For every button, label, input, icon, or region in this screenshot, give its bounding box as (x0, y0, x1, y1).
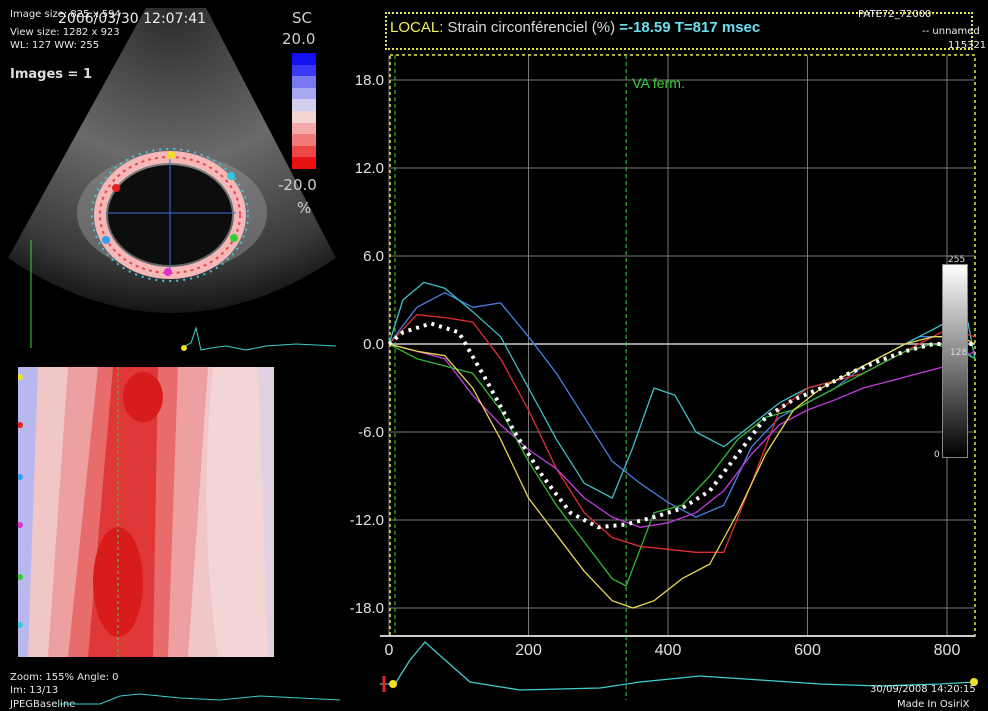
images-count: Images = 1 (10, 67, 93, 82)
ecg-marker (389, 680, 397, 688)
ecg-trace (180, 326, 336, 351)
strain-scale-step (292, 99, 316, 111)
segment-marker[interactable] (164, 268, 172, 276)
made-in-label: Made In OsiriX (897, 699, 970, 710)
x-tick-label: 0 (385, 642, 394, 659)
view-size-label: View size: 1282 x 923 (10, 27, 120, 38)
valve-closure-label: VA ferm. (632, 75, 685, 91)
grayscale-max: 255 (948, 255, 966, 265)
strain-scale-step (292, 53, 316, 65)
x-tick-label: 200 (515, 642, 542, 659)
strain-scale-step (292, 145, 316, 158)
y-tick-label: -6.0 (358, 424, 384, 441)
image-index-label: Im: 13/13 (10, 685, 59, 696)
strain-scale-step (292, 76, 316, 88)
segment-strain-line (388, 336, 976, 609)
window-level-label: WL: 127 WW: 255 (10, 40, 100, 51)
segment-strain-line (388, 281, 976, 499)
strain-map-panel[interactable] (18, 367, 274, 657)
zoom-label: Zoom: 155% Angle: 0 (10, 672, 119, 683)
segment-strain-line (388, 292, 976, 518)
grayscale-mid: 128 (950, 348, 968, 358)
strain-scale-step (292, 134, 316, 146)
y-tick-label: -18.0 (350, 600, 384, 617)
grayscale-min: 0 (934, 450, 940, 460)
segment-marker[interactable] (102, 236, 110, 244)
strain-scale-min: -20.0 (278, 176, 317, 194)
segment-strain-line (388, 343, 976, 528)
grayscale-bar (942, 264, 968, 458)
strain-color-scale (292, 53, 316, 169)
y-tick-label: 6.0 (363, 248, 384, 265)
strain-scale-max: 20.0 (282, 30, 316, 48)
export-datetime: 30/09/2008 14:20:15 (870, 684, 976, 695)
x-tick-label: 400 (655, 642, 682, 659)
segment-marker[interactable] (230, 234, 238, 242)
y-tick-label: -12.0 (350, 512, 384, 529)
strain-scale-step (292, 64, 316, 77)
strain-scale-step (292, 157, 316, 169)
y-tick-label: 0.0 (363, 336, 384, 353)
strain-map (18, 367, 274, 657)
strain-scale-step (292, 122, 316, 135)
strain-scale-step (292, 87, 316, 100)
y-tick-label: 12.0 (355, 160, 384, 177)
strain-scale-step (292, 110, 316, 123)
segment-marker[interactable] (227, 172, 235, 180)
x-tick-label: 600 (794, 642, 821, 659)
segment-marker[interactable] (112, 184, 120, 192)
segment-marker[interactable] (167, 151, 175, 159)
acquisition-timestamp: 2006/03/30 12:07:41 (58, 11, 207, 27)
strain-chart[interactable]: 0 200 400 600 800 18.0 12.0 6.0 0.0 -6.0 -12.0 -18.… (340, 10, 988, 711)
strain-scale-label: SC (292, 9, 312, 27)
y-tick-label: 18.0 (355, 72, 384, 89)
bottom-ecg-trace (60, 693, 340, 705)
segment-strain-line (388, 343, 976, 587)
plot-frame (389, 54, 976, 637)
strain-scale-unit: % (297, 199, 312, 217)
x-tick-label: 800 (934, 642, 961, 659)
segment-strain-line (388, 314, 976, 553)
